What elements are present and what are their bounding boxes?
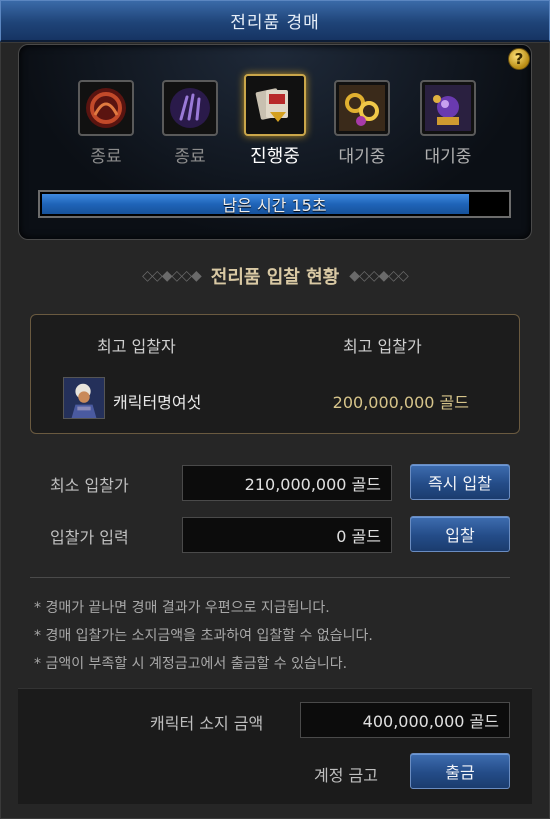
minimum-bid-field: 210,000,000 골드 bbox=[182, 465, 392, 501]
withdraw-button[interactable]: 출금 bbox=[410, 753, 510, 789]
item-slot-4[interactable]: 대기중 bbox=[332, 80, 392, 167]
title-decoration-right: ◆◇◇◆◇◇ bbox=[349, 268, 409, 284]
bid-button[interactable]: 입찰 bbox=[410, 516, 510, 552]
help-icon[interactable]: ? bbox=[508, 48, 530, 70]
item-state-label: 종료 bbox=[174, 147, 206, 167]
item-state-label: 진행중 bbox=[250, 146, 300, 167]
top-bid-amount: 200,000,000 골드 bbox=[332, 393, 469, 412]
bid-status-title-text: 전리품 입찰 현황 bbox=[210, 267, 340, 288]
notice-line: * 금액이 부족할 시 계정금고에서 출금할 수 있습니다. bbox=[34, 656, 348, 672]
account-vault-label: 계정 금고 bbox=[314, 766, 378, 785]
top-bid-header: 최고 입찰가 bbox=[343, 337, 422, 356]
item-slot-2[interactable]: 종료 bbox=[160, 80, 220, 167]
golden-chain-icon bbox=[334, 80, 390, 136]
item-slot-3[interactable]: 진행중 bbox=[241, 74, 309, 168]
purple-claw-emblem-icon bbox=[162, 80, 218, 136]
item-state-label: 대기중 bbox=[338, 147, 386, 167]
top-bidder-name: 캐릭터명여섯 bbox=[113, 393, 202, 412]
instant-bid-button[interactable]: 즉시 입찰 bbox=[410, 464, 510, 500]
top-bidder-header: 최고 입찰자 bbox=[97, 337, 176, 356]
card-bundle-icon bbox=[244, 74, 306, 136]
bid-status-title: ◇◇◆◇◇◆ 전리품 입찰 현황 ◆◇◇◆◇◇ bbox=[0, 262, 550, 290]
notice-line: * 경매가 끝나면 경매 결과가 우편으로 지급됩니다. bbox=[34, 600, 330, 616]
red-swirl-emblem-icon bbox=[78, 80, 134, 136]
remaining-time-bar: 남은 시간 15초 bbox=[38, 190, 511, 218]
window-title: 전리품 경매 bbox=[0, 0, 550, 42]
title-decoration-left: ◇◇◆◇◇◆ bbox=[142, 268, 202, 284]
item-slot-1[interactable]: 종료 bbox=[76, 80, 136, 167]
character-gold-label: 캐릭터 소지 금액 bbox=[150, 714, 264, 733]
item-slot-5[interactable]: 대기중 bbox=[418, 80, 478, 167]
bid-input-label: 입찰가 입력 bbox=[50, 528, 129, 547]
divider bbox=[30, 577, 510, 578]
notice-line: * 경매 입찰가는 소지금액을 초과하여 입찰할 수 없습니다. bbox=[34, 628, 373, 644]
avatar bbox=[63, 377, 105, 419]
item-state-label: 종료 bbox=[90, 147, 122, 167]
minimum-bid-label: 최소 입찰가 bbox=[50, 476, 129, 495]
top-bid-box: 최고 입찰자 최고 입찰가 캐릭터명여섯 200,000,000 골드 bbox=[30, 314, 520, 434]
orb-gauntlet-icon bbox=[420, 80, 476, 136]
remaining-time-text: 남은 시간 15초 bbox=[222, 196, 327, 215]
character-gold-field: 400,000,000 골드 bbox=[300, 702, 510, 738]
bid-amount-input[interactable]: 0 골드 bbox=[182, 517, 392, 553]
item-state-label: 대기중 bbox=[424, 147, 472, 167]
